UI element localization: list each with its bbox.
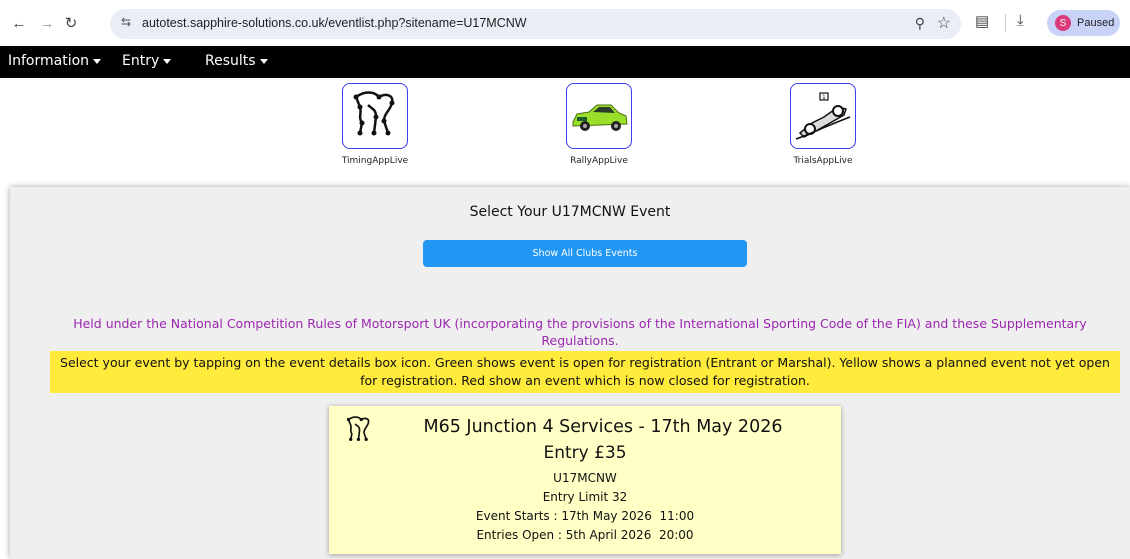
reload-icon[interactable]: ↻ [61, 13, 81, 33]
menu-results[interactable]: Results [205, 53, 268, 69]
menu-entry[interactable]: Entry [122, 53, 172, 69]
regulations-text: Held under the National Competition Rule… [73, 316, 1087, 348]
address-bar[interactable]: ⇆ autotest.sapphire-solutions.co.uk/even… [110, 9, 961, 39]
timing-course-icon[interactable] [342, 83, 408, 149]
trials-car-icon[interactable]: 1 [790, 83, 856, 149]
site-menubar: Information Entry Results [0, 46, 1130, 78]
forward-arrow-icon[interactable]: → [37, 13, 57, 33]
profile-status: Paused [1077, 17, 1115, 29]
app-rally-label: RallyAppLive [570, 156, 628, 166]
menu-information-label: Information [8, 53, 90, 69]
caret-down-icon [163, 58, 172, 64]
rally-car-icon[interactable] [566, 83, 632, 149]
event-card[interactable]: M65 Junction 4 Services - 17th May 2026 … [329, 406, 841, 554]
browser-toolbar: ← → ↻ ⇆ autotest.sapphire-solutions.co.u… [0, 0, 1130, 46]
event-name: M65 Junction 4 Services - 17th May 2026 [423, 417, 783, 437]
event-entry-fee: Entry £35 [543, 443, 627, 463]
avatar: S [1055, 15, 1071, 31]
menu-entry-label: Entry [122, 53, 160, 69]
bookmark-star-icon[interactable]: ☆ [937, 13, 951, 33]
site-settings-icon[interactable]: ⇆ [121, 15, 131, 29]
download-icon[interactable]: ⤓ [1017, 12, 1037, 32]
menu-information[interactable]: Information [8, 53, 102, 69]
url-text[interactable]: autotest.sapphire-solutions.co.uk/eventl… [142, 16, 527, 30]
zoom-icon[interactable]: ⚲ [915, 15, 925, 32]
menu-results-label: Results [205, 53, 256, 69]
event-entry-limit: Entry Limit 32 [542, 490, 628, 504]
caret-down-icon [259, 58, 268, 64]
app-trials-label: TrialsAppLive [793, 156, 853, 166]
svg-text:1: 1 [822, 94, 826, 101]
show-all-clubs-button[interactable]: Show All Clubs Events [423, 240, 747, 267]
event-panel: Select Your U17MCNW Event Show All Clubs… [10, 187, 1130, 559]
profile-button[interactable]: S Paused [1047, 10, 1120, 36]
extensions-icon[interactable]: ▤ [975, 12, 995, 32]
page-title: Select Your U17MCNW Event [469, 204, 671, 220]
registration-notice: Select your event by tapping on the even… [50, 351, 1120, 393]
app-timing-label: TimingAppLive [341, 156, 409, 166]
back-arrow-icon[interactable]: ← [9, 13, 29, 33]
app-trials[interactable]: 1 TrialsAppLive [778, 83, 868, 166]
app-timing[interactable]: TimingAppLive [330, 83, 420, 166]
event-start: Event Starts : 17th May 2026 11:00 [475, 509, 695, 523]
event-entries-open: Entries Open : 5th April 2026 20:00 [476, 528, 694, 542]
app-rally[interactable]: RallyAppLive [554, 83, 644, 166]
event-club: U17MCNW [553, 471, 617, 485]
caret-down-icon [93, 58, 102, 64]
toolbar-divider [1005, 14, 1006, 32]
